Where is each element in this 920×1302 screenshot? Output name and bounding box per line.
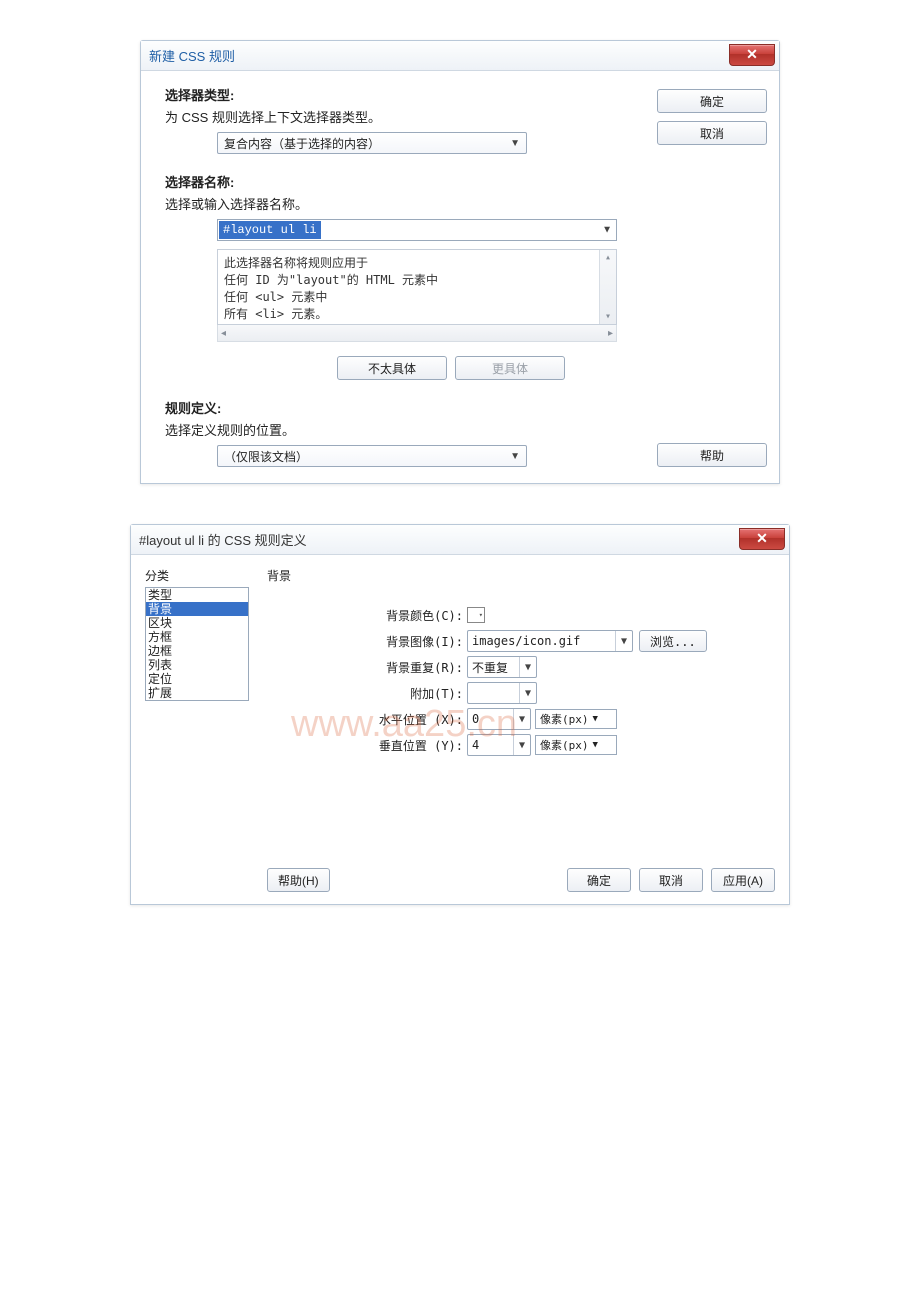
bg-posy-value: 4: [472, 738, 479, 752]
dialog-title: #layout ul li 的 CSS 规则定义: [139, 530, 307, 549]
bg-posx-unit-combobox[interactable]: 像素(px) ▼: [535, 709, 617, 729]
chevron-down-icon: ▼: [602, 225, 612, 236]
category-item-border[interactable]: 边框: [146, 644, 248, 658]
browse-button[interactable]: 浏览...: [639, 630, 707, 652]
selector-name-desc: 选择或输入选择器名称。: [165, 194, 657, 213]
new-css-rule-dialog: 新建 CSS 规则 ✕ www.aa25.cn 选择器类型: 为 CSS 规则选…: [140, 40, 780, 484]
bg-attach-label: 附加(T):: [345, 685, 467, 702]
bg-posy-unit-combobox[interactable]: 像素(px) ▼: [535, 735, 617, 755]
chevron-down-icon: ▼: [519, 657, 536, 677]
cancel-button[interactable]: 取消: [657, 121, 767, 145]
category-label: 分类: [145, 567, 249, 584]
chevron-down-icon: ▼: [513, 709, 530, 729]
bg-image-combobox[interactable]: images/icon.gif ▼: [467, 630, 633, 652]
category-item-box[interactable]: 方框: [146, 630, 248, 644]
explain-line: 所有 <li> 元素。: [224, 305, 610, 322]
less-specific-button[interactable]: 不太具体: [337, 356, 447, 380]
bg-repeat-value: 不重复: [472, 659, 508, 676]
bg-color-picker[interactable]: ▾: [467, 607, 485, 623]
category-item-extension[interactable]: 扩展: [146, 686, 248, 700]
bg-attach-combobox[interactable]: ▼: [467, 682, 537, 704]
css-rule-definition-dialog: #layout ul li 的 CSS 规则定义 ✕ www.aa25.cn 分…: [130, 524, 790, 905]
bg-posy-combobox[interactable]: 4 ▼: [467, 734, 531, 756]
bg-color-label: 背景颜色(C):: [345, 607, 467, 624]
selector-type-desc: 为 CSS 规则选择上下文选择器类型。: [165, 107, 657, 126]
category-item-position[interactable]: 定位: [146, 672, 248, 686]
titlebar[interactable]: #layout ul li 的 CSS 规则定义 ✕: [131, 525, 789, 555]
selector-name-value: #layout ul li: [219, 221, 321, 239]
rule-definition-desc: 选择定义规则的位置。: [165, 420, 657, 439]
more-specific-button[interactable]: 更具体: [455, 356, 565, 380]
apply-button[interactable]: 应用(A): [711, 868, 775, 892]
rule-definition-value: （仅限该文档）: [224, 448, 308, 465]
selector-type-value: 复合内容（基于选择的内容）: [224, 135, 380, 152]
rule-definition-dropdown[interactable]: （仅限该文档） ▼: [217, 445, 527, 467]
category-item-type[interactable]: 类型: [146, 588, 248, 602]
category-list[interactable]: 类型 背景 区块 方框 边框 列表 定位 扩展: [145, 587, 249, 701]
selector-name-label: 选择器名称:: [165, 172, 657, 191]
chevron-down-icon: ▼: [510, 138, 520, 149]
chevron-down-icon: ▼: [510, 451, 520, 462]
explain-line: 任何 <ul> 元素中: [224, 288, 610, 305]
rule-definition-label: 规则定义:: [165, 398, 657, 417]
selector-name-combobox[interactable]: #layout ul li ▼: [217, 219, 617, 241]
chevron-down-icon: ▾: [479, 611, 483, 619]
bg-image-label: 背景图像(I):: [345, 633, 467, 650]
chevron-down-icon: ▼: [513, 735, 530, 755]
close-icon: ✕: [746, 46, 758, 63]
bg-repeat-combobox[interactable]: 不重复 ▼: [467, 656, 537, 678]
help-button[interactable]: 帮助: [657, 443, 767, 467]
dialog-title: 新建 CSS 规则: [149, 46, 235, 65]
bg-repeat-label: 背景重复(R):: [345, 659, 467, 676]
panel-title: 背景: [267, 567, 775, 584]
selector-type-label: 选择器类型:: [165, 85, 657, 104]
cancel-button[interactable]: 取消: [639, 868, 703, 892]
scroll-down-icon: ▾: [605, 311, 611, 322]
close-icon: ✕: [756, 530, 768, 547]
bg-posy-label: 垂直位置 (Y):: [345, 737, 467, 754]
bg-posx-combobox[interactable]: 0 ▼: [467, 708, 531, 730]
category-item-block[interactable]: 区块: [146, 616, 248, 630]
vertical-scrollbar[interactable]: ▴ ▾: [599, 250, 616, 324]
chevron-down-icon: ▼: [519, 683, 536, 703]
help-button[interactable]: 帮助(H): [267, 868, 330, 892]
chevron-down-icon: ▼: [615, 631, 632, 651]
bg-image-value: images/icon.gif: [472, 634, 580, 648]
chevron-down-icon: ▼: [589, 740, 602, 750]
selector-explanation-box: 此选择器名称将规则应用于 任何 ID 为"layout"的 HTML 元素中 任…: [217, 249, 617, 325]
close-button[interactable]: ✕: [739, 528, 785, 550]
unit-value: 像素(px): [540, 711, 589, 727]
bg-posx-value: 0: [472, 712, 479, 726]
explain-line: 任何 ID 为"layout"的 HTML 元素中: [224, 271, 610, 288]
unit-value: 像素(px): [540, 737, 589, 753]
ok-button[interactable]: 确定: [567, 868, 631, 892]
titlebar[interactable]: 新建 CSS 规则 ✕: [141, 41, 779, 71]
ok-button[interactable]: 确定: [657, 89, 767, 113]
horizontal-scrollbar[interactable]: ◂ ▸: [217, 325, 617, 342]
scroll-left-icon: ◂: [221, 328, 226, 339]
scroll-right-icon: ▸: [608, 328, 613, 339]
scroll-up-icon: ▴: [605, 252, 611, 263]
explain-line: 此选择器名称将规则应用于: [224, 254, 610, 271]
category-item-background[interactable]: 背景: [146, 602, 248, 616]
selector-type-dropdown[interactable]: 复合内容（基于选择的内容） ▼: [217, 132, 527, 154]
bg-posx-label: 水平位置 (X):: [345, 711, 467, 728]
chevron-down-icon: ▼: [589, 714, 602, 724]
close-button[interactable]: ✕: [729, 44, 775, 66]
category-item-list[interactable]: 列表: [146, 658, 248, 672]
